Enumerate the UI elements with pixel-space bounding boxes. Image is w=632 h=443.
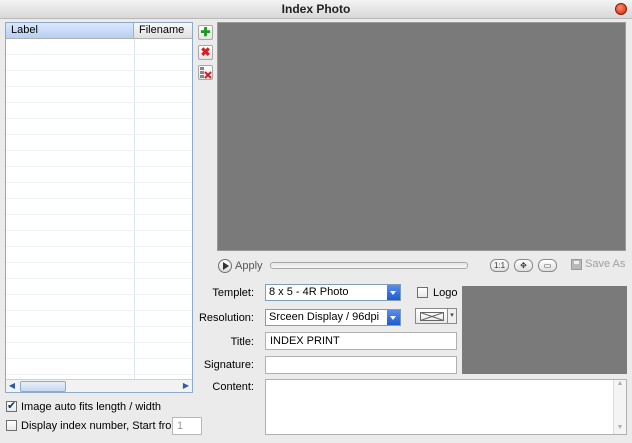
list-row[interactable] <box>6 167 192 183</box>
fit-view-button[interactable]: ✥ <box>514 259 533 272</box>
column-header-label[interactable]: Label <box>6 23 134 38</box>
scroll-up-icon[interactable]: ▲ <box>614 380 626 390</box>
chevron-down-icon[interactable] <box>387 285 400 300</box>
auto-fit-checkbox[interactable] <box>6 399 17 412</box>
apply-button[interactable]: Apply <box>218 258 263 274</box>
save-as-label: Save As <box>585 258 626 270</box>
vertical-scrollbar[interactable]: ▲ ▼ <box>613 380 626 434</box>
display-index-checkbox[interactable] <box>6 420 17 431</box>
logo-picker-dropdown[interactable]: ▾ <box>448 308 457 324</box>
list-row[interactable] <box>6 279 192 295</box>
list-row[interactable] <box>6 39 192 55</box>
list-row[interactable] <box>6 263 192 279</box>
chevron-down-icon[interactable] <box>387 310 400 325</box>
title-label: Title: <box>230 336 254 348</box>
close-button[interactable] <box>615 3 627 15</box>
actual-size-button[interactable]: 1:1 <box>490 259 509 272</box>
start-from-input[interactable]: 1 <box>172 417 202 435</box>
templet-value: 8 x 5 - 4R Photo <box>269 286 349 298</box>
actual-size-label: 1:1 <box>493 261 506 270</box>
image-placeholder-icon <box>420 312 444 321</box>
list-row[interactable] <box>6 343 192 359</box>
list-row[interactable] <box>6 199 192 215</box>
list-row[interactable] <box>6 87 192 103</box>
content-label: Content: <box>212 381 254 393</box>
title-input[interactable]: INDEX PRINT <box>265 332 457 350</box>
print-button[interactable]: ▭ <box>538 259 557 272</box>
disk-icon <box>571 258 582 270</box>
add-photo-button[interactable]: ✚ <box>198 25 213 40</box>
list-row[interactable] <box>6 183 192 199</box>
content-textarea[interactable]: ▲ ▼ <box>265 379 627 435</box>
logo-preview <box>462 286 627 374</box>
display-index-label: Display index number, Start from <box>21 420 181 432</box>
templet-select[interactable]: 8 x 5 - 4R Photo <box>265 284 401 301</box>
resolution-label: Resolution: <box>198 312 254 324</box>
scroll-down-icon[interactable]: ▼ <box>614 424 626 434</box>
signature-label: Signature: <box>203 359 254 371</box>
logo-label: Logo <box>433 287 458 299</box>
print-icon: ▭ <box>543 261 552 270</box>
apply-label: Apply <box>235 260 263 272</box>
list-row[interactable] <box>6 135 192 151</box>
move-icon: ✥ <box>520 261 527 270</box>
list-row[interactable] <box>6 327 192 343</box>
list-row[interactable] <box>6 103 192 119</box>
title-bar: Index Photo <box>0 0 632 19</box>
list-row[interactable] <box>6 295 192 311</box>
column-header-filename[interactable]: Filename <box>134 23 192 38</box>
list-row[interactable] <box>6 55 192 71</box>
delete-all-button[interactable] <box>198 65 213 80</box>
index-preview <box>217 22 626 251</box>
resolution-select[interactable]: Srceen Display / 96dpi <box>265 309 401 326</box>
auto-fit-label: Image auto fits length / width <box>21 401 162 413</box>
list-row[interactable] <box>6 151 192 167</box>
logo-checkbox[interactable] <box>417 287 428 298</box>
delete-all-icon <box>200 67 212 79</box>
list-row[interactable] <box>6 359 192 375</box>
signature-input[interactable] <box>265 356 457 374</box>
scroll-thumb[interactable] <box>20 381 66 392</box>
list-row[interactable] <box>6 247 192 263</box>
progress-bar <box>270 262 468 269</box>
list-row[interactable] <box>6 119 192 135</box>
horizontal-scrollbar[interactable]: ◀ ▶ <box>6 379 192 392</box>
delete-photo-button[interactable]: ✖ <box>198 45 213 60</box>
list-row[interactable] <box>6 71 192 87</box>
logo-image-picker[interactable] <box>415 308 448 324</box>
photo-list[interactable]: Label Filename ◀ ▶ <box>5 22 193 393</box>
play-icon <box>218 259 232 273</box>
list-header: Label Filename <box>6 23 192 39</box>
templet-label: Templet: <box>212 287 254 299</box>
plus-icon: ✚ <box>200 25 211 39</box>
resolution-value: Srceen Display / 96dpi <box>269 311 380 323</box>
scroll-left-icon[interactable]: ◀ <box>6 380 18 392</box>
save-as-button[interactable]: Save As <box>571 258 625 270</box>
window-title: Index Photo <box>281 2 351 16</box>
list-row[interactable] <box>6 231 192 247</box>
list-row[interactable] <box>6 311 192 327</box>
list-rows <box>6 39 192 392</box>
x-icon: ✖ <box>200 45 211 59</box>
list-row[interactable] <box>6 215 192 231</box>
